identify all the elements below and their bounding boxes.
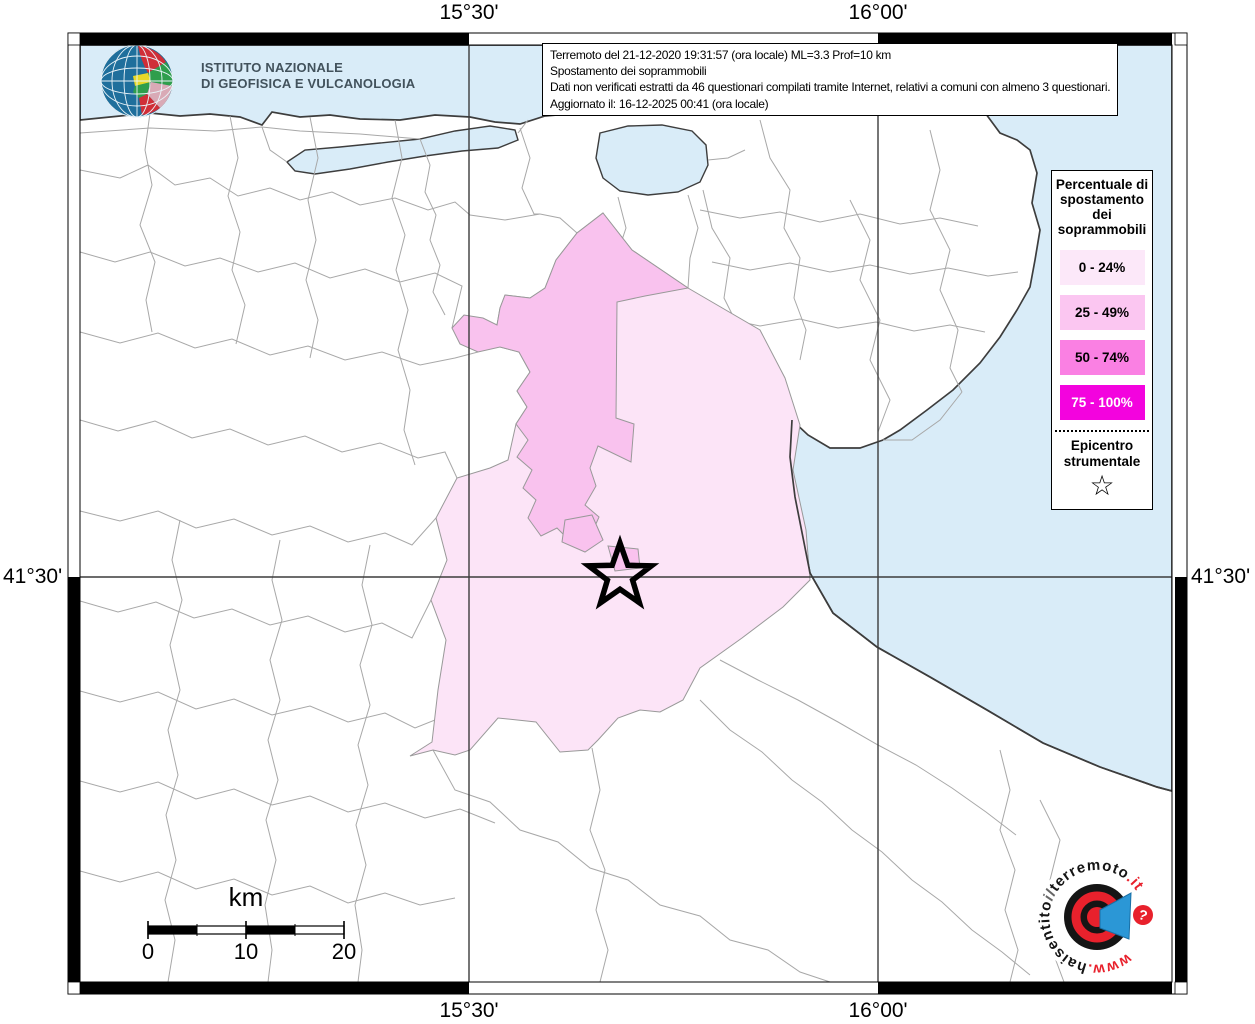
- map-subject: Spostamento dei soprammobili: [550, 64, 707, 79]
- ingv-name-line1: ISTITUTO NAZIONALE: [201, 60, 344, 75]
- scale-tick-20: 20: [331, 939, 357, 964]
- lon-label-bottom-1: 15°30': [439, 999, 499, 1022]
- legend-divider: [1055, 430, 1149, 432]
- legend: Percentuale di spostamento dei soprammob…: [1051, 170, 1153, 510]
- lon-label-top-2: 16°00': [848, 1, 908, 24]
- event-summary: Terremoto del 21-12-2020 19:31:57 (ora l…: [550, 48, 892, 62]
- ingv-name-line2: DI GEOFISICA E VULCANOLOGIA: [201, 76, 416, 91]
- ingv-globe-icon: [100, 45, 174, 118]
- update-timestamp: Aggiornato il: 16-12-2025 00:41 (ora loc…: [550, 96, 769, 111]
- legend-class-0-24: 0 - 24%: [1059, 250, 1145, 285]
- lon-label-top-1: 15°30': [439, 1, 499, 24]
- lon-label-bottom-2: 16°00': [848, 999, 908, 1022]
- data-disclaimer: Dati non verificati estratti da 46 quest…: [550, 80, 1111, 95]
- scale-unit-label: km: [228, 882, 264, 912]
- event-info-box: Terremoto del 21-12-2020 19:31:57 (ora l…: [542, 43, 1119, 116]
- lat-label-left: 41°30': [3, 565, 63, 588]
- map-image: ? www.haisentitoilterremoto.it: [67, 32, 1188, 995]
- lat-label-right: 41°30': [1191, 565, 1251, 588]
- scale-tick-10: 10: [233, 939, 259, 964]
- earthquake-map-page: ? www.haisentitoilterremoto.it 15°30' 16…: [0, 0, 1255, 1024]
- scale-tick-0: 0: [141, 939, 155, 964]
- ingv-logo: ISTITUTO NAZIONALE DI GEOFISICA E VULCAN…: [201, 60, 415, 92]
- legend-class-50-74: 50 - 74%: [1059, 340, 1145, 375]
- legend-epicenter-label: Epicentro strumentale: [1063, 438, 1141, 469]
- varano-lake: [595, 124, 709, 196]
- star-icon: ☆: [1089, 470, 1115, 501]
- legend-class-25-49: 25 - 49%: [1059, 295, 1145, 330]
- legend-title: Percentuale di spostamento dei soprammob…: [1055, 177, 1149, 237]
- haisentito-logo: ? www.haisentitoilterremoto.it: [1036, 857, 1157, 978]
- legend-class-75-100: 75 - 100%: [1059, 385, 1145, 420]
